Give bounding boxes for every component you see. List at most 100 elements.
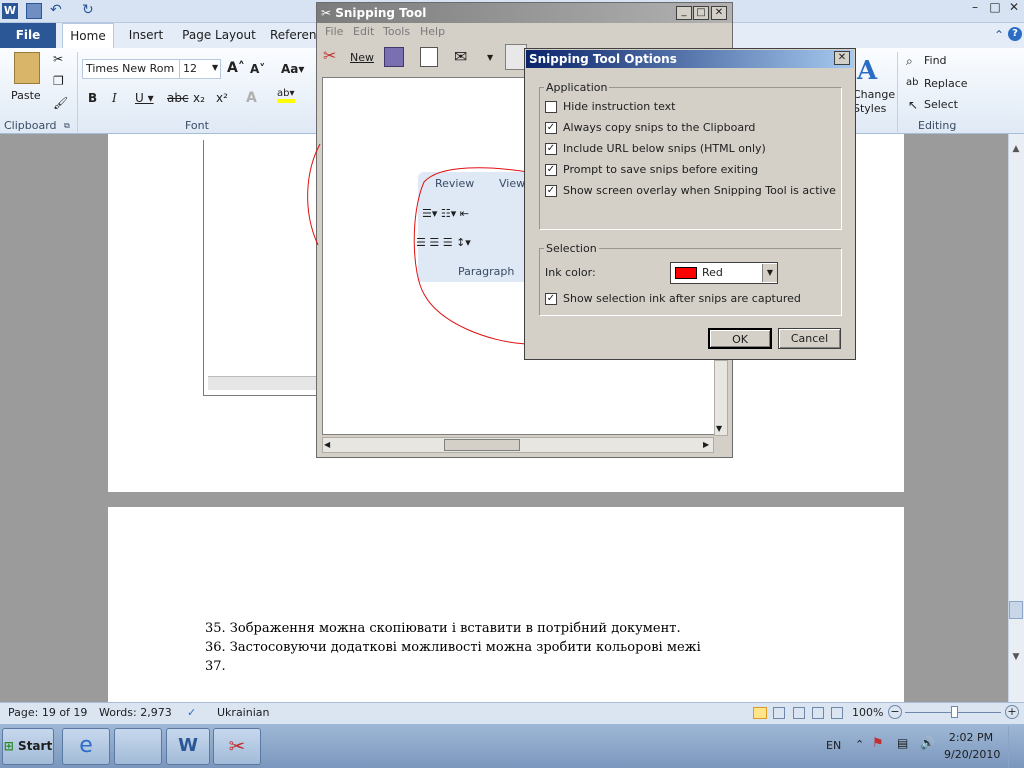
zoom-out-icon[interactable]: − <box>888 705 902 719</box>
new-snip-button[interactable]: New <box>350 51 374 64</box>
ink-color-select[interactable]: Red ▼ <box>670 262 778 284</box>
ok-button[interactable]: OK <box>708 328 772 349</box>
scroll-right-icon[interactable]: ▶ <box>703 440 709 449</box>
replace-icon[interactable]: ab <box>906 77 918 88</box>
print-layout-icon[interactable] <box>753 707 767 719</box>
cancel-button[interactable]: Cancel <box>778 328 841 349</box>
doc-line[interactable]: 36. Застосовуючи додаткові можливості мо… <box>205 640 701 655</box>
clock-date[interactable]: 9/20/2010 <box>944 748 1000 761</box>
italic-icon[interactable]: I <box>112 91 117 105</box>
options-close-button[interactable]: ✕ <box>834 51 850 65</box>
checkbox[interactable] <box>545 101 557 113</box>
copy-icon[interactable]: ❐ <box>53 74 64 88</box>
replace-button[interactable]: Replace <box>924 77 968 90</box>
snipping-tool-taskbar-icon[interactable]: ✂ <box>213 728 261 765</box>
copy-snip-icon[interactable] <box>420 47 438 67</box>
send-dropdown-icon[interactable]: ▼ <box>487 53 493 62</box>
snip-close-button[interactable]: ✕ <box>711 6 727 20</box>
underline-icon[interactable]: U ▾ <box>135 91 154 105</box>
help-icon[interactable]: ? <box>1008 27 1022 41</box>
document-page[interactable] <box>108 507 904 702</box>
tab-file[interactable]: File <box>0 23 56 48</box>
clock-time[interactable]: 2:02 PM <box>948 731 994 744</box>
network-icon[interactable]: ▤ <box>897 736 908 750</box>
options-dialog-title-bar[interactable]: Snipping Tool Options <box>526 50 854 68</box>
start-button[interactable]: ⊞ Start <box>2 728 54 765</box>
tab-insert[interactable]: Insert <box>122 23 170 48</box>
scroll-thumb[interactable] <box>1009 601 1023 619</box>
find-icon[interactable]: ⌕ <box>906 54 913 69</box>
menu-edit[interactable]: Edit <box>353 25 374 38</box>
checkbox[interactable]: ✓ <box>545 293 557 305</box>
checkbox[interactable]: ✓ <box>545 143 557 155</box>
save-icon[interactable] <box>26 3 42 19</box>
doc-line[interactable]: 35. Зображення можна скопіювати і встави… <box>205 621 681 636</box>
font-name-select[interactable]: Times New Rom <box>82 59 180 79</box>
internet-explorer-icon[interactable]: e <box>62 728 110 765</box>
send-snip-icon[interactable]: ✉ <box>454 47 467 66</box>
subscript-icon[interactable]: x₂ <box>193 91 205 105</box>
word-minimize-button[interactable]: – <box>965 0 985 20</box>
full-screen-icon[interactable] <box>773 707 785 719</box>
format-painter-icon[interactable]: 🖌 <box>53 96 68 110</box>
undo-icon[interactable]: ↶ <box>50 3 66 19</box>
zoom-in-icon[interactable]: + <box>1005 705 1019 719</box>
zoom-slider-thumb[interactable] <box>951 706 958 718</box>
word-maximize-button[interactable]: □ <box>987 0 1003 20</box>
tab-page-layout[interactable]: Page Layout <box>180 23 258 48</box>
show-hidden-icons-icon[interactable]: ⌃ <box>855 738 864 751</box>
option-prompt-to-save[interactable]: ✓ Prompt to save snips before exiting <box>545 163 758 177</box>
menu-help[interactable]: Help <box>420 25 445 38</box>
scroll-down-icon[interactable]: ▼ <box>1009 652 1023 666</box>
outline-icon[interactable] <box>812 707 824 719</box>
scroll-up-icon[interactable]: ▲ <box>1009 144 1023 158</box>
show-desktop-button[interactable] <box>1008 726 1024 768</box>
file-explorer-icon[interactable] <box>114 728 162 765</box>
option-screen-overlay[interactable]: ✓ Show screen overlay when Snipping Tool … <box>545 184 836 198</box>
language-indicator[interactable]: EN <box>826 739 841 752</box>
tab-references[interactable]: Referen <box>270 23 316 48</box>
word-count[interactable]: Words: 2,973 <box>99 706 172 719</box>
word-taskbar-icon[interactable]: W <box>166 728 210 765</box>
menu-tools[interactable]: Tools <box>383 25 410 38</box>
paste-icon[interactable] <box>14 52 40 84</box>
option-hide-instruction-text[interactable]: Hide instruction text <box>545 100 675 114</box>
text-effects-icon[interactable]: A <box>246 90 257 106</box>
bold-icon[interactable]: B <box>88 91 97 105</box>
chevron-down-icon[interactable]: ▼ <box>212 63 218 72</box>
change-styles-icon[interactable]: A <box>857 56 887 86</box>
snip-scroll-thumb[interactable] <box>444 439 520 451</box>
word-close-button[interactable]: ✕ <box>1006 0 1022 20</box>
snipping-tool-title-bar[interactable]: ✂ Snipping Tool <box>317 3 732 23</box>
superscript-icon[interactable]: x² <box>216 91 228 105</box>
menu-file[interactable]: File <box>325 25 343 38</box>
checkbox[interactable]: ✓ <box>545 122 557 134</box>
proofing-icon[interactable]: ✓ <box>187 706 196 719</box>
tab-home[interactable]: Home <box>62 23 114 48</box>
scroll-left-icon[interactable]: ◀ <box>324 440 330 449</box>
option-copy-to-clipboard[interactable]: ✓ Always copy snips to the Clipboard <box>545 121 755 135</box>
save-snip-icon[interactable] <box>384 47 404 67</box>
highlight-icon[interactable]: ab▾ <box>277 88 295 103</box>
new-snip-icon[interactable]: ✂ <box>323 46 336 65</box>
cut-icon[interactable]: ✂ <box>53 52 63 66</box>
grow-font-icon[interactable]: A˄ <box>227 60 245 76</box>
minimize-ribbon-icon[interactable]: ⌃ <box>994 28 1004 42</box>
action-center-icon[interactable]: ⚑ <box>872 736 884 751</box>
paste-label[interactable]: Paste <box>11 89 41 102</box>
select-button[interactable]: Select <box>924 98 958 111</box>
web-layout-icon[interactable] <box>793 707 805 719</box>
redo-icon[interactable]: ↻ <box>82 3 98 19</box>
checkbox[interactable]: ✓ <box>545 185 557 197</box>
scroll-down-icon[interactable]: ▼ <box>716 424 722 433</box>
select-cursor-icon[interactable]: ↖ <box>908 98 918 112</box>
draft-icon[interactable] <box>831 707 843 719</box>
strikethrough-icon[interactable]: abc <box>167 91 189 105</box>
word-icon[interactable]: W <box>2 3 18 19</box>
shrink-font-icon[interactable]: A˅ <box>250 62 265 76</box>
checkbox[interactable]: ✓ <box>545 164 557 176</box>
option-show-selection-ink[interactable]: ✓ Show selection ink after snips are capt… <box>545 292 801 306</box>
zoom-level[interactable]: 100% <box>852 706 883 719</box>
option-include-url[interactable]: ✓ Include URL below snips (HTML only) <box>545 142 766 156</box>
doc-line[interactable]: 37. <box>205 659 226 674</box>
